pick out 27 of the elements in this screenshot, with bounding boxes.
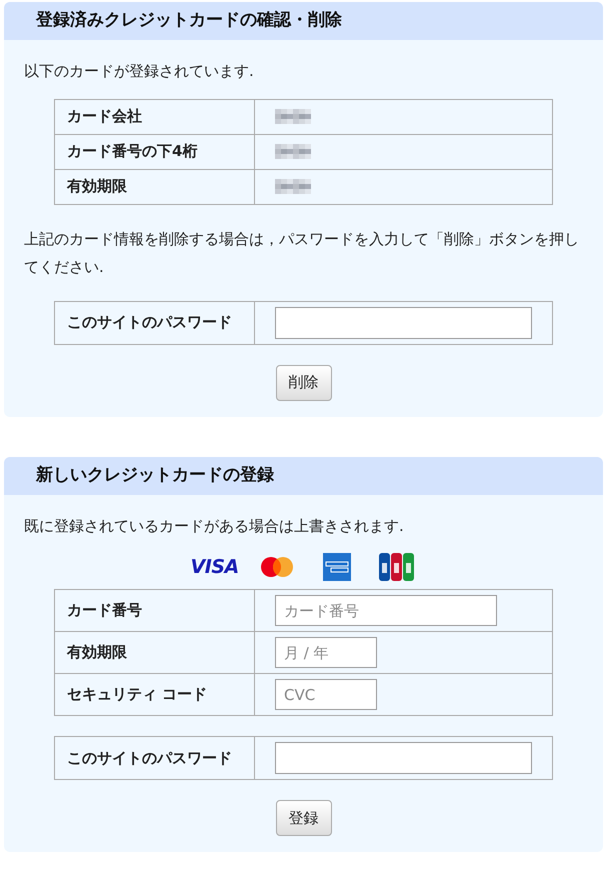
submit-button[interactable]: 登録 bbox=[276, 800, 332, 836]
section-title: 登録済みクレジットカードの確認・削除 bbox=[36, 9, 342, 32]
instruction-text: 上記のカード情報を削除する場合は，パスワードを入力して「削除」ボタンを押してください. bbox=[23, 228, 580, 278]
row-label: 有効期限 bbox=[54, 169, 254, 204]
submit-button[interactable]: 削除 bbox=[276, 364, 332, 400]
row-label: カード番号の下4桁 bbox=[54, 134, 254, 169]
row-label: このサイトのパスワード bbox=[54, 301, 254, 344]
password-field[interactable] bbox=[275, 306, 532, 338]
intro-text: 既に登録されているカードがある場合は上書きされます. bbox=[23, 516, 405, 536]
visa-logo: VISA bbox=[190, 554, 236, 580]
tricolor-stripes-icon bbox=[378, 553, 414, 581]
password-field[interactable] bbox=[275, 742, 532, 774]
row-label: カード会社 bbox=[54, 99, 254, 134]
overlapping-circles-icon bbox=[260, 556, 294, 578]
intro-text: 以下のカードが登録されています. bbox=[23, 61, 255, 82]
row-label: 有効期限 bbox=[54, 632, 254, 674]
section-title: 新しいクレジットカードの登録 bbox=[36, 464, 274, 487]
card-input-field[interactable]: カード番号 bbox=[275, 595, 497, 626]
redacted-value-icon bbox=[275, 178, 311, 194]
row-label: このサイトのパスワード bbox=[54, 736, 254, 780]
square-card-icon bbox=[322, 553, 350, 581]
redacted-value-icon bbox=[275, 144, 311, 160]
redacted-value-icon bbox=[275, 108, 311, 124]
card-input-field[interactable]: CVC bbox=[275, 679, 377, 710]
card-input-field[interactable]: 月 / 年 bbox=[275, 637, 377, 668]
row-label: カード番号 bbox=[54, 590, 254, 632]
row-label: セキュリティ コード bbox=[54, 674, 254, 716]
